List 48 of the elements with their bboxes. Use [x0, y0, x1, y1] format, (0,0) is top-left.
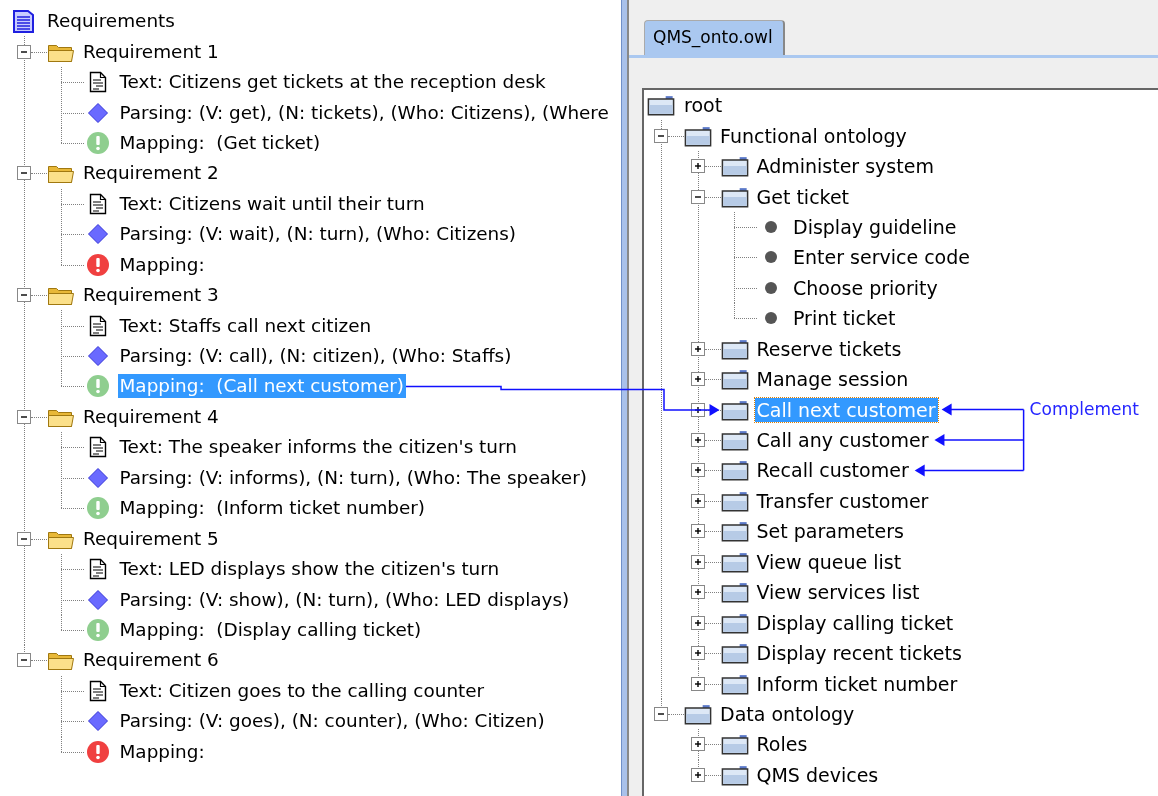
- complement-label: Complement: [1029, 398, 1139, 419]
- tree-item[interactable]: Mapping: (Display calling ticket): [117, 617, 424, 642]
- tree-item[interactable]: Text: Staffs call next citizen: [117, 313, 374, 338]
- tree-item[interactable]: View services list: [754, 580, 922, 605]
- tree-item[interactable]: Print ticket: [791, 306, 898, 331]
- tree-item[interactable]: Get ticket: [754, 184, 852, 209]
- tree-item[interactable]: Text: Citizens get tickets at the reception desk: [117, 70, 548, 95]
- tree-item[interactable]: Requirement 4: [81, 404, 221, 429]
- tree-item[interactable]: Functional ontology: [718, 123, 909, 148]
- tree-item[interactable]: Parsing: (V: call), (N: citizen), (Who: Staffs): [117, 344, 514, 369]
- tree-item[interactable]: Requirement 5: [81, 526, 221, 551]
- tree-item[interactable]: Display guideline: [791, 214, 959, 239]
- tree-item[interactable]: Administer system: [754, 154, 936, 179]
- tree-item[interactable]: Roles: [754, 732, 810, 757]
- tree-item[interactable]: Display recent tickets: [754, 641, 964, 666]
- tree-item[interactable]: Requirement 6: [81, 648, 221, 673]
- tree-item[interactable]: View queue list: [754, 549, 904, 574]
- tree-item[interactable]: QMS devices: [754, 762, 881, 787]
- tree-item[interactable]: Reserve tickets: [754, 336, 904, 361]
- tree-item[interactable]: Text: Citizen goes to the calling counter: [117, 678, 487, 703]
- tree-item[interactable]: Inform ticket number: [754, 671, 960, 696]
- tree-item[interactable]: Manage session: [754, 367, 911, 392]
- tree-item[interactable]: Text: LED displays show the citizen's turn: [117, 557, 502, 582]
- tree-item[interactable]: Text: The speaker informs the citizen's turn: [117, 435, 519, 460]
- tree-item[interactable]: Transfer customer: [754, 488, 931, 513]
- tree-item[interactable]: Parsing: (V: show), (N: turn), (Who: LED displays): [117, 587, 572, 612]
- tree-item[interactable]: root: [682, 93, 725, 118]
- tree-item[interactable]: Recall customer: [754, 458, 911, 483]
- tree-item[interactable]: Mapping:: [117, 252, 207, 277]
- tree-item[interactable]: Enter service code: [791, 245, 972, 270]
- tree-item[interactable]: Parsing: (V: get), (N: tickets), (Who: Citizens), (Where: [117, 100, 611, 125]
- tree-item[interactable]: Requirements: [45, 9, 177, 34]
- tree-item[interactable]: Requirement 1: [81, 39, 221, 64]
- tree-item[interactable]: Requirement 2: [81, 161, 221, 186]
- tree-item[interactable]: Parsing: (V: informs), (N: turn), (Who: The speaker): [117, 465, 589, 490]
- tree-item[interactable]: Display calling ticket: [754, 610, 956, 635]
- tree-item[interactable]: Requirement 3: [81, 283, 221, 308]
- tree-item[interactable]: Call any customer: [754, 428, 931, 453]
- tree-item[interactable]: Parsing: (V: goes), (N: counter), (Who: Citizen): [117, 709, 547, 734]
- tree-item[interactable]: Text: Citizens wait until their turn: [117, 191, 427, 216]
- tree-item[interactable]: Mapping:: [117, 739, 207, 764]
- file-tab[interactable]: QMS_onto.owl: [644, 20, 785, 55]
- tree-item[interactable]: Choose priority: [791, 275, 940, 300]
- tree-item[interactable]: Mapping: (Get ticket): [117, 130, 323, 155]
- tree-item[interactable]: Set parameters: [754, 519, 906, 544]
- tree-item[interactable]: Mapping: (Inform ticket number): [117, 496, 428, 521]
- tree-item[interactable]: Parsing: (V: wait), (N: turn), (Who: Citizens): [117, 222, 518, 247]
- tree-item[interactable]: Data ontology: [718, 701, 857, 726]
